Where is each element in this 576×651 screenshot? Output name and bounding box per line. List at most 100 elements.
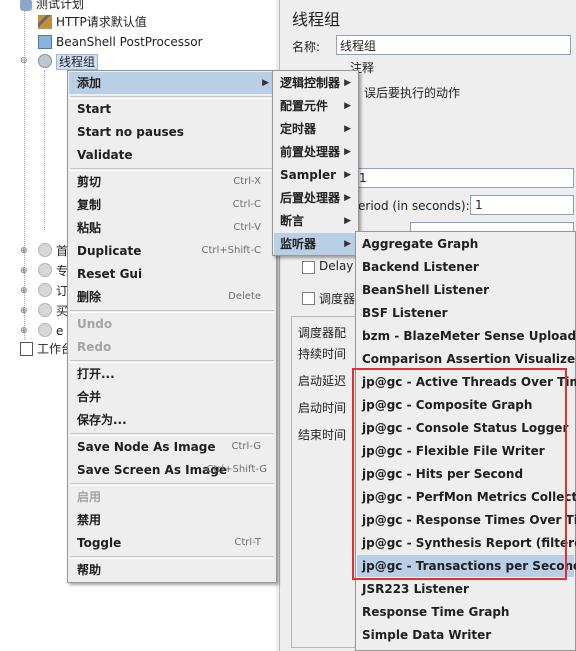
- menu-item-help[interactable]: 帮助: [69, 559, 275, 581]
- shortcut-label: Ctrl-T: [234, 537, 261, 548]
- menu-item-label: 定时器: [280, 122, 317, 136]
- menu-item-jsr223-listener[interactable]: JSR223 Listener: [357, 578, 574, 600]
- menu-item-delete[interactable]: 删除 Delete: [69, 286, 275, 308]
- tree-node-label: 测试计划: [36, 0, 85, 11]
- name-input[interactable]: 线程组: [336, 35, 571, 55]
- menu-item-label: 保存为...: [77, 413, 127, 427]
- menu-item-duplicate[interactable]: Duplicate Ctrl+Shift-C: [69, 240, 275, 262]
- menu-item-bsf-listener[interactable]: BSF Listener: [357, 302, 574, 324]
- startup-delay-label: 启动延迟: [298, 374, 347, 388]
- menu-item-response-time-graph[interactable]: Response Time Graph: [357, 601, 574, 623]
- tree-node-workbench[interactable]: 工作台: [20, 339, 73, 359]
- expand-toggle-icon[interactable]: ⊕: [20, 267, 28, 276]
- tree-node-thread-group[interactable]: 线程组: [38, 52, 99, 72]
- menu-item-toggle[interactable]: Toggle Ctrl-T: [69, 532, 275, 554]
- menu-item-redo[interactable]: Redo: [69, 336, 275, 358]
- rampup-label: eriod (in seconds):: [358, 199, 470, 213]
- menu-item-label: 帮助: [77, 563, 102, 577]
- name-label: 名称:: [292, 40, 321, 54]
- tree-node-thread-group-2[interactable]: 首: [38, 241, 68, 261]
- menu-item-postprocessor[interactable]: 后置处理器 ▶: [274, 187, 357, 209]
- menu-item-perfmon-metrics-collector[interactable]: jp@gc - PerfMon Metrics Collector: [357, 486, 576, 508]
- menu-item-active-threads-over-time[interactable]: jp@gc - Active Threads Over Time: [357, 371, 576, 393]
- menu-item-blazemeter-sense-uploader[interactable]: bzm - BlazeMeter Sense Uploader: [357, 325, 576, 347]
- menu-item-label: Backend Listener: [362, 260, 479, 274]
- menu-item-enable[interactable]: 启用: [69, 486, 275, 508]
- menu-item-flexible-file-writer[interactable]: jp@gc - Flexible File Writer: [357, 440, 574, 462]
- menu-item-beanshell-listener[interactable]: BeanShell Listener: [357, 279, 574, 301]
- expand-toggle-icon[interactable]: ⊕: [20, 287, 28, 296]
- menu-item-console-status-logger[interactable]: jp@gc - Console Status Logger: [357, 417, 574, 439]
- expand-toggle-icon[interactable]: ⊕: [20, 247, 28, 256]
- menu-item-transactions-per-second[interactable]: jp@gc - Transactions per Second: [357, 555, 576, 577]
- menu-item-copy[interactable]: 复制 Ctrl-C: [69, 194, 275, 216]
- menu-item-label: 配置元件: [280, 99, 329, 113]
- listener-submenu: Aggregate Graph Backend Listener BeanShe…: [355, 231, 576, 651]
- menu-item-synthesis-report-filtered[interactable]: jp@gc - Synthesis Report (filtered): [357, 532, 576, 554]
- gear-icon: [38, 263, 52, 277]
- error-action-label: 误后要执行的动作: [364, 86, 461, 100]
- menu-item-add[interactable]: 添加 ▶: [69, 72, 275, 94]
- menu-item-label: jp@gc - Synthesis Report (filtered): [362, 536, 576, 550]
- menu-item-label: Toggle: [77, 536, 122, 550]
- menu-item-hits-per-second[interactable]: jp@gc - Hits per Second: [357, 463, 574, 485]
- collapse-toggle-icon[interactable]: ⊖: [20, 57, 28, 66]
- menu-item-save-screen-as-image[interactable]: Save Screen As Image Ctrl+Shift-G: [69, 459, 275, 481]
- menu-item-assertion[interactable]: 断言 ▶: [274, 210, 357, 232]
- menu-item-sampler[interactable]: Sampler ▶: [274, 164, 357, 186]
- menu-item-start[interactable]: Start: [69, 98, 275, 120]
- menu-item-validate[interactable]: Validate: [69, 144, 275, 166]
- tree-node-label: e: [56, 324, 64, 338]
- menu-item-save-node-as-image[interactable]: Save Node As Image Ctrl-G: [69, 436, 275, 458]
- menu-item-comparison-assertion-visualizer[interactable]: Comparison Assertion Visualizer: [357, 348, 576, 370]
- menu-item-disable[interactable]: 禁用: [69, 509, 275, 531]
- scheduler-section-title: 调度器配: [298, 326, 347, 340]
- tree-node-thread-group-3[interactable]: 专: [38, 261, 68, 281]
- menu-item-timer[interactable]: 定时器 ▶: [274, 118, 357, 140]
- tree-node-thread-group-6[interactable]: e: [38, 321, 63, 341]
- workbench-icon: [20, 342, 33, 356]
- menu-item-label: 复制: [77, 198, 102, 212]
- menu-item-config-element[interactable]: 配置元件 ▶: [274, 95, 357, 117]
- menu-item-undo[interactable]: Undo: [69, 313, 275, 335]
- delay-checkbox[interactable]: [302, 261, 315, 274]
- submenu-arrow-icon: ▶: [344, 101, 351, 111]
- menu-item-label: Validate: [77, 148, 133, 162]
- menu-item-backend-listener[interactable]: Backend Listener: [357, 256, 574, 278]
- menu-item-label: Duplicate: [77, 244, 142, 258]
- menu-item-cut[interactable]: 剪切 Ctrl-X: [69, 171, 275, 193]
- tree-node-http-defaults[interactable]: HTTP请求默认值: [38, 12, 147, 32]
- menu-item-label: 粘贴: [77, 221, 102, 235]
- menu-item-merge[interactable]: 合并: [69, 386, 275, 408]
- expand-toggle-icon[interactable]: ⊕: [20, 327, 28, 336]
- menu-item-simple-data-writer[interactable]: Simple Data Writer: [357, 624, 574, 646]
- menu-item-open[interactable]: 打开...: [69, 363, 275, 385]
- menu-item-reset-gui[interactable]: Reset Gui: [69, 263, 275, 285]
- menu-item-label: 删除: [77, 290, 102, 304]
- menu-item-aggregate-graph[interactable]: Aggregate Graph: [357, 233, 574, 255]
- menu-item-preprocessor[interactable]: 前置处理器 ▶: [274, 141, 357, 163]
- expand-toggle-icon[interactable]: ⊕: [20, 307, 28, 316]
- shortcut-label: Ctrl+Shift-G: [206, 464, 267, 475]
- menu-item-logic-controller[interactable]: 逻辑控制器 ▶: [274, 72, 357, 94]
- menu-item-composite-graph[interactable]: jp@gc - Composite Graph: [357, 394, 574, 416]
- gear-icon: [38, 243, 52, 257]
- shortcut-label: Ctrl-V: [233, 222, 261, 233]
- menu-item-label: 打开...: [77, 367, 115, 381]
- tree-node-label: BeanShell PostProcessor: [56, 35, 203, 49]
- scheduler-checkbox[interactable]: [302, 292, 315, 305]
- tree-node-thread-group-5[interactable]: 买: [38, 301, 68, 321]
- menu-item-response-times-over-time[interactable]: jp@gc - Response Times Over Time: [357, 509, 576, 531]
- menu-item-label: bzm - BlazeMeter Sense Uploader: [362, 329, 576, 343]
- tree-node-thread-group-4[interactable]: 订: [38, 281, 68, 301]
- submenu-arrow-icon: ▶: [344, 147, 351, 157]
- menu-item-paste[interactable]: 粘贴 Ctrl-V: [69, 217, 275, 239]
- tree-node-beanshell-postprocessor[interactable]: BeanShell PostProcessor: [38, 32, 203, 52]
- rampup-input[interactable]: 1: [470, 195, 574, 215]
- menu-item-start-no-pauses[interactable]: Start no pauses: [69, 121, 275, 143]
- add-submenu: 逻辑控制器 ▶ 配置元件 ▶ 定时器 ▶ 前置处理器 ▶ Sampler ▶ 后置处理器 ▶…: [272, 70, 359, 256]
- menu-item-listener[interactable]: 监听器 ▶: [274, 233, 357, 255]
- menu-item-label: Start: [77, 102, 112, 116]
- menu-item-save-as[interactable]: 保存为...: [69, 409, 275, 431]
- threads-input[interactable]: 1: [354, 168, 574, 188]
